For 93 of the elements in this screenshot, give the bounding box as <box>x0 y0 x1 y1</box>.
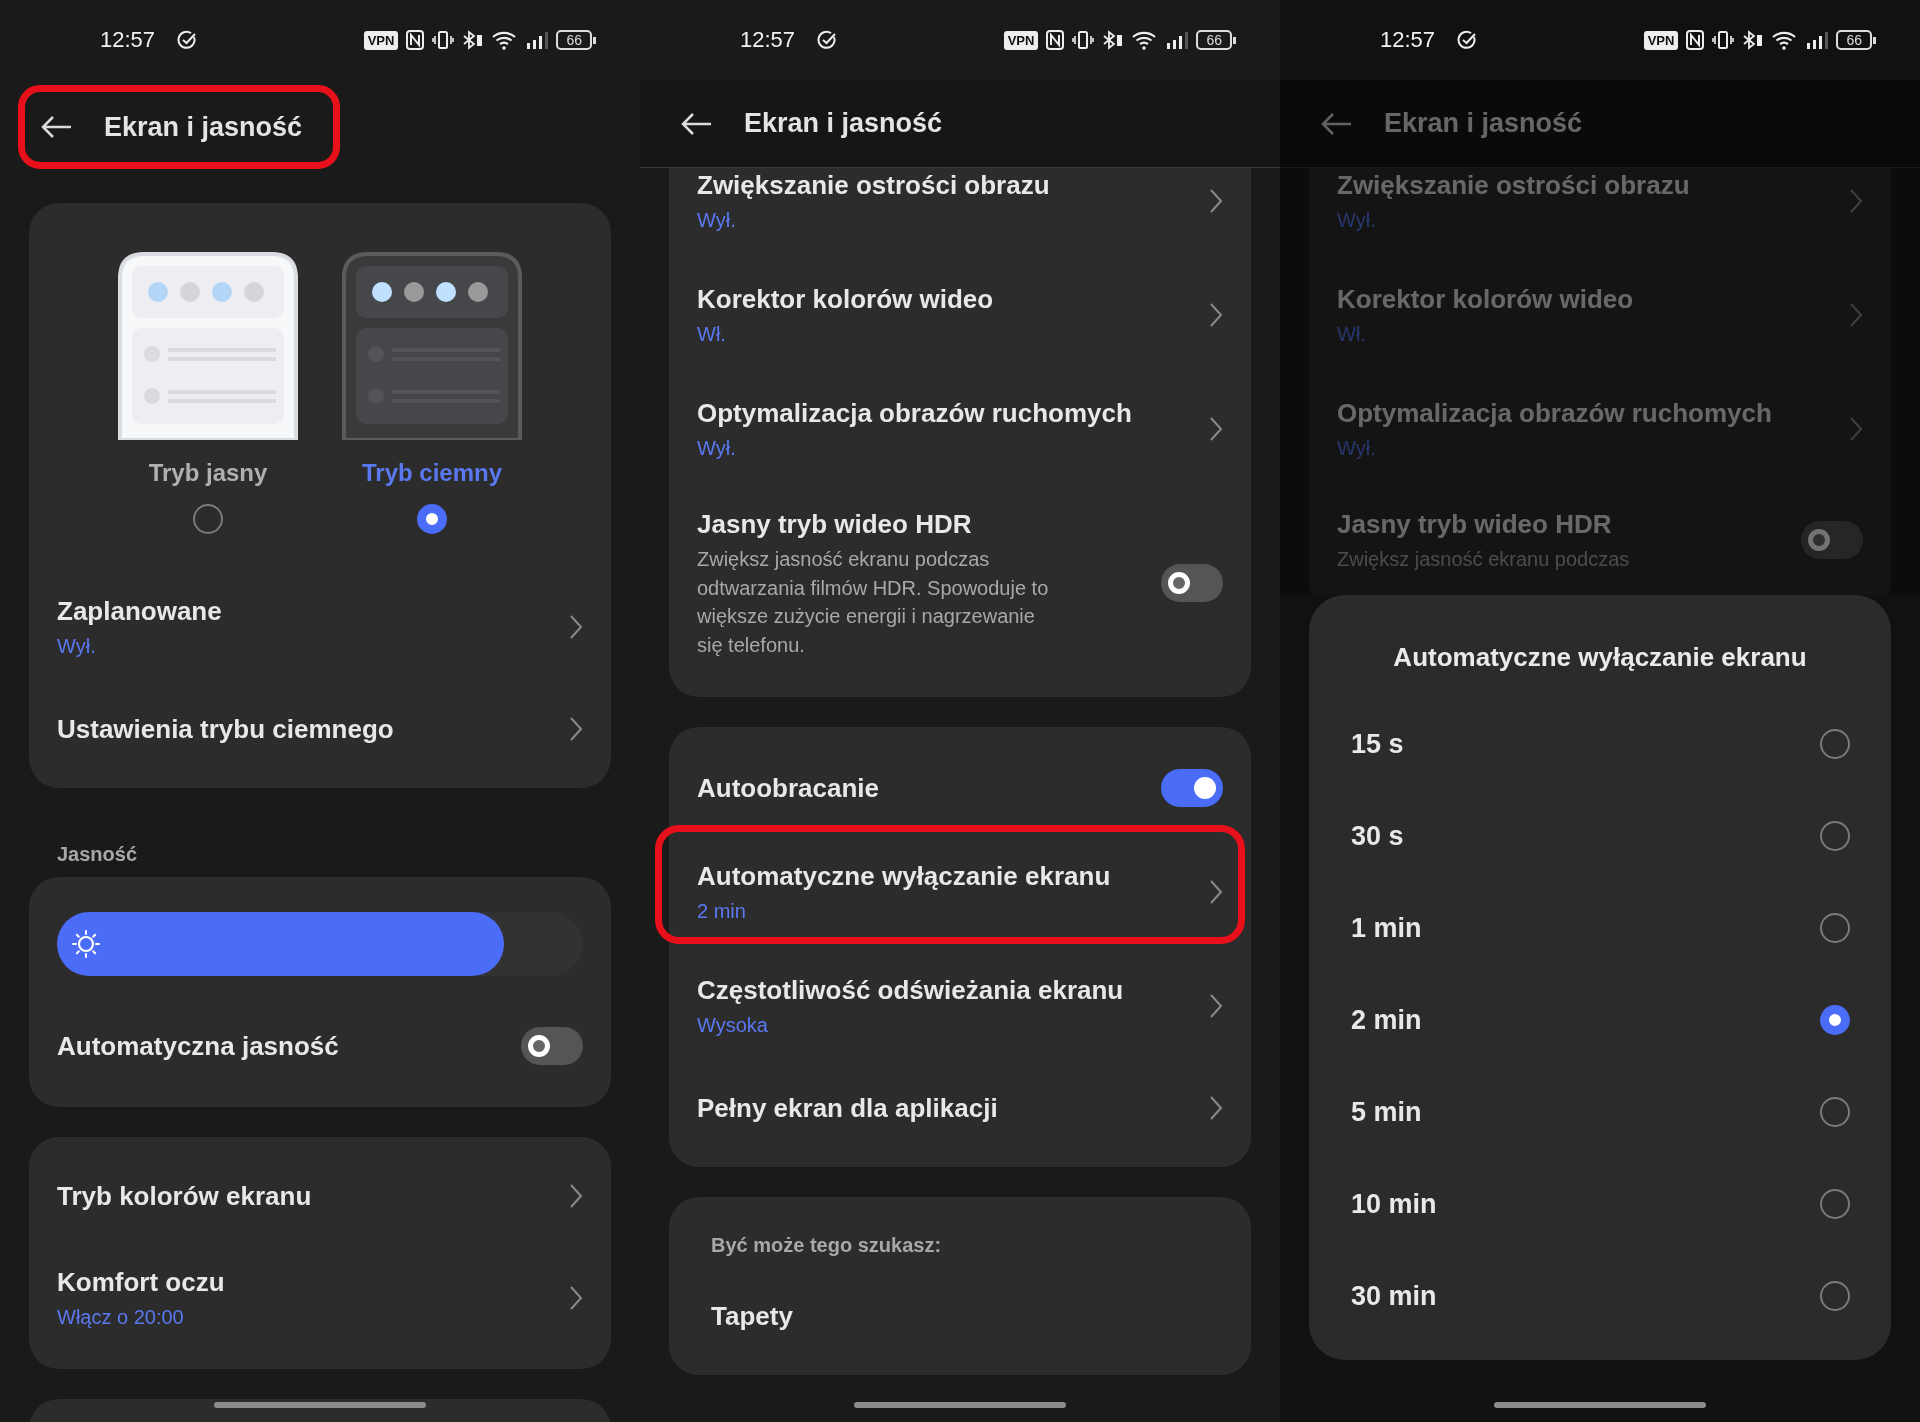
vpn-badge: VPN <box>1003 30 1039 50</box>
option-label[interactable]: 15 s <box>1351 728 1404 760</box>
check-circle-icon <box>817 30 838 50</box>
vibrate-icon <box>432 30 455 50</box>
radio-button[interactable] <box>417 504 447 534</box>
option-label[interactable]: 5 min <box>1351 1096 1422 1128</box>
clock: 12:57 <box>100 27 156 53</box>
vibrate-icon <box>1072 30 1095 50</box>
option-label[interactable]: 2 min <box>1351 1004 1422 1036</box>
setting-title[interactable]: Tapety <box>711 1299 793 1333</box>
vpn-badge: VPN <box>1643 30 1679 50</box>
theme-preview-drawing[interactable] <box>342 252 522 440</box>
bluetooth-icon <box>462 30 485 50</box>
setting-value: 2 min <box>697 899 747 924</box>
option-label[interactable]: 1 min <box>1351 912 1422 944</box>
nfc-icon <box>406 30 425 50</box>
vibrate-icon <box>1712 30 1735 50</box>
setting-value: Wył. <box>697 208 737 233</box>
setting-value: Wył. <box>57 634 97 659</box>
chevron-icon <box>1209 1095 1223 1121</box>
setting-title: Jasny tryb wideo HDR <box>1337 508 1613 541</box>
setting-title[interactable]: Zaplanowane <box>57 594 222 628</box>
clock: 12:57 <box>1380 27 1436 53</box>
vpn-badge: VPN <box>363 30 399 50</box>
setting-value: Wył. <box>1337 208 1377 233</box>
toggle-switch[interactable] <box>521 1027 583 1065</box>
signal-icon <box>1806 30 1829 50</box>
option-label[interactable]: 30 min <box>1351 1280 1437 1312</box>
chevron-icon <box>1209 993 1223 1019</box>
nfc-icon <box>1046 30 1065 50</box>
suggestion-heading: Być może tego szukasz: <box>711 1234 942 1256</box>
chevron-icon <box>1849 416 1863 442</box>
setting-value: Wył. <box>1337 436 1377 461</box>
setting-title[interactable]: Korektor kolorów wideo <box>697 282 994 316</box>
sheet-title: Automatyczne wyłączanie ekranu <box>1392 641 1808 674</box>
chevron-icon <box>569 614 583 640</box>
setting-title[interactable]: Komfort oczu <box>57 1265 225 1299</box>
chevron-icon <box>1849 302 1863 328</box>
toggle-switch[interactable] <box>1801 521 1863 560</box>
setting-value: Wysoka <box>697 1013 769 1038</box>
radio-button[interactable] <box>1820 1005 1850 1035</box>
check-circle-icon <box>177 30 198 50</box>
radio-button[interactable] <box>1820 1189 1850 1219</box>
setting-title[interactable]: Ustawienia trybu ciemnego <box>57 712 394 746</box>
toggle-switch[interactable] <box>1161 564 1223 602</box>
screen-title: Ekran i jasność <box>104 111 303 143</box>
bluetooth-icon <box>1102 30 1125 50</box>
signal-icon <box>526 30 549 50</box>
toggle-switch[interactable] <box>1161 769 1223 807</box>
bluetooth-icon <box>1742 30 1765 50</box>
setting-title[interactable]: Automatyczne wyłączanie ekranu <box>697 859 1111 893</box>
setting-title[interactable]: Częstotliwość odświeżania ekranu <box>697 973 1124 1007</box>
chevron-icon <box>1209 188 1223 214</box>
radio-button[interactable] <box>1820 821 1850 851</box>
setting-description: Zwiększ jasność ekranu podczas odtwarzania filmów HDR. Spowoduje to większe zużycie energii i nagrzewanie się telefonu. <box>697 547 1050 658</box>
setting-title[interactable]: Optymalizacja obrazów ruchomych <box>697 396 1132 430</box>
setting-value: Wł. <box>697 322 727 347</box>
chevron-icon <box>569 1285 583 1311</box>
setting-title[interactable]: Pełny ekran dla aplikacji <box>697 1091 998 1125</box>
theme-label: Tryb ciemny <box>361 458 503 488</box>
back-arrow-icon[interactable] <box>680 111 712 136</box>
chevron-icon <box>1849 188 1863 214</box>
chevron-icon <box>569 1183 583 1209</box>
signal-icon <box>1166 30 1189 50</box>
back-arrow-icon[interactable] <box>40 115 72 139</box>
chevron-icon <box>1209 416 1223 442</box>
setting-value: Włącz o 20:00 <box>57 1305 185 1330</box>
radio-button[interactable] <box>1820 1281 1850 1311</box>
chevron-icon <box>1209 879 1223 905</box>
radio-button[interactable] <box>193 504 223 534</box>
setting-title: Jasny tryb wideo HDR <box>697 508 973 541</box>
screen-title: Ekran i jasność <box>1384 108 1583 139</box>
nfc-icon <box>1686 30 1705 50</box>
section-label: Jasność <box>56 842 139 867</box>
radio-button[interactable] <box>1820 729 1850 759</box>
chevron-icon <box>569 716 583 742</box>
setting-title: Autoobracanie <box>697 772 880 805</box>
theme-label: Tryb jasny <box>148 458 268 488</box>
setting-title[interactable]: Tryb kolorów ekranu <box>57 1179 312 1213</box>
setting-value: Wył. <box>697 436 737 461</box>
setting-value: Wł. <box>1337 322 1367 347</box>
option-label[interactable]: 10 min <box>1351 1188 1437 1220</box>
screen-title: Ekran i jasność <box>744 108 943 139</box>
setting-title[interactable]: Zwiększanie ostrości obrazu <box>697 168 1050 202</box>
check-circle-icon <box>1457 30 1478 50</box>
sun-icon <box>71 929 101 959</box>
option-label[interactable]: 30 s <box>1351 820 1404 852</box>
setting-description: Zwiększ jasność ekranu podczas <box>1337 547 1630 572</box>
radio-button[interactable] <box>1820 913 1850 943</box>
chevron-icon <box>1209 302 1223 328</box>
setting-title: Automatyczna jasność <box>57 1030 339 1063</box>
radio-button[interactable] <box>1820 1097 1850 1127</box>
clock: 12:57 <box>740 27 796 53</box>
